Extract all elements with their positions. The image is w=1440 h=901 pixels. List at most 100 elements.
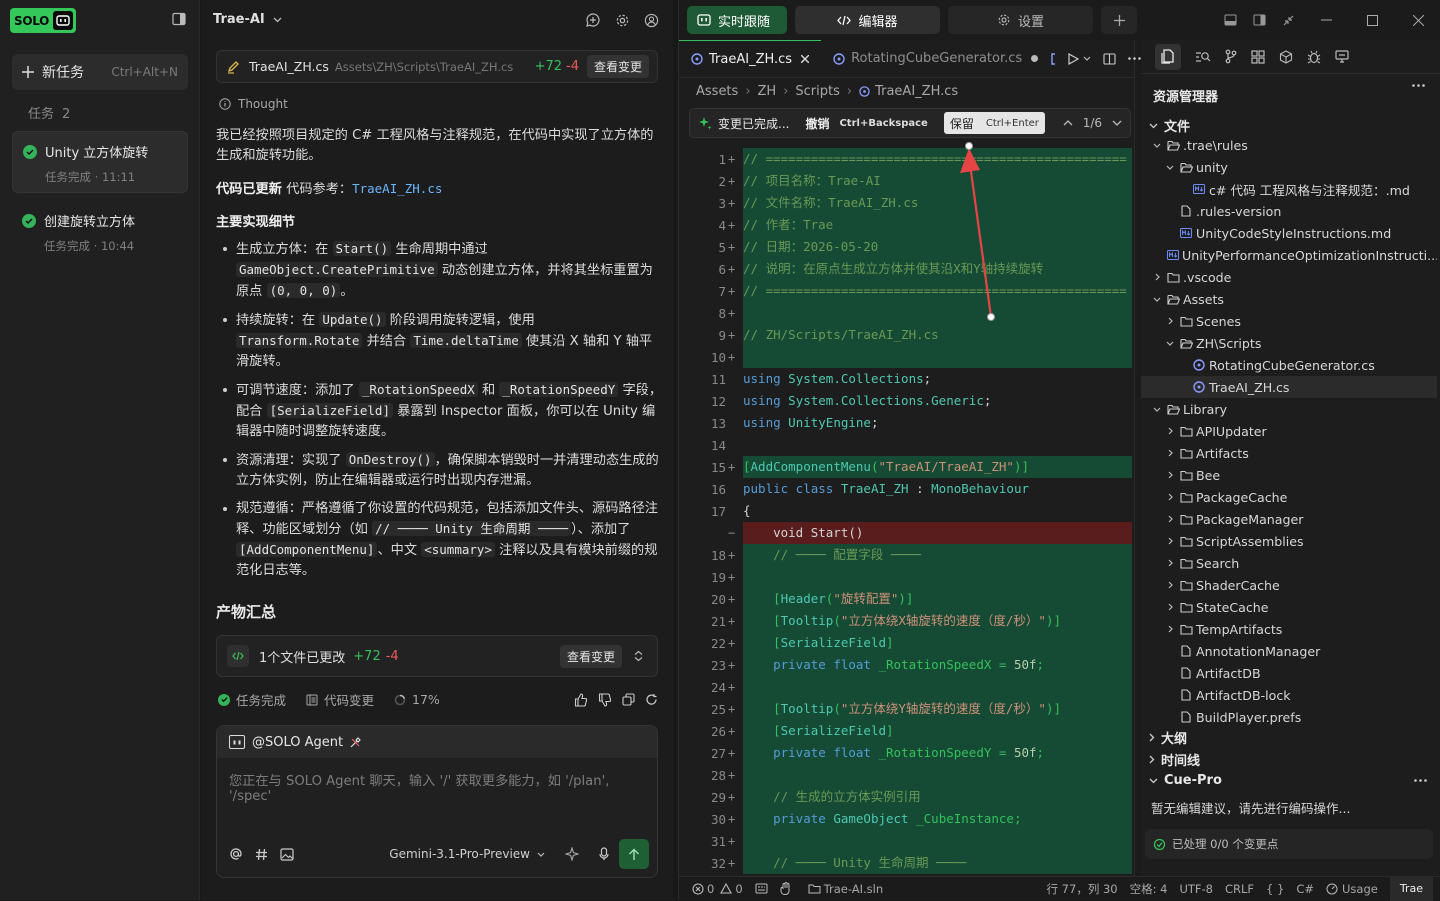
thumbs-up-icon[interactable] (574, 692, 588, 707)
breadcrumb-item[interactable]: Scripts (795, 84, 839, 99)
tree-file[interactable]: .rules-version (1141, 200, 1437, 222)
chevron-down-icon[interactable] (1112, 120, 1122, 126)
tree-file[interactable]: AnnotationManager (1141, 640, 1437, 662)
tree-file[interactable]: ArtifactDB (1141, 662, 1437, 684)
tab-settings[interactable]: 设置 (948, 6, 1093, 34)
gear-icon[interactable] (615, 12, 630, 28)
debug-icon[interactable] (1307, 50, 1321, 64)
tree-folder[interactable]: .trae\rules (1141, 134, 1437, 156)
files-icon[interactable] (1155, 43, 1181, 70)
minimize-icon[interactable] (1303, 0, 1349, 40)
tree-folder[interactable]: ZH\Scripts (1141, 332, 1437, 354)
thumbs-down-icon[interactable] (598, 692, 612, 707)
copy-icon[interactable] (622, 693, 635, 707)
code-line[interactable]: 7 + // ===================================… (679, 280, 1135, 302)
code-line[interactable]: 15 + [AddComponentMenu("TraeAI/TraeAI_ZH")… (679, 456, 1135, 478)
split-editor-icon[interactable] (1103, 52, 1116, 65)
code-line[interactable]: 32 + // ──── Unity 生命周期 ──── (679, 852, 1135, 874)
outline-section-header[interactable]: 大纲 (1149, 728, 1187, 747)
language-mode[interactable]: C# (1296, 882, 1314, 896)
tree-folder[interactable]: PackageManager (1141, 508, 1437, 530)
code-line[interactable]: 5 + // 日期：2026-05-20 (679, 236, 1135, 258)
tree-folder[interactable]: Scenes (1141, 310, 1437, 332)
close-icon[interactable] (1395, 0, 1440, 40)
usage-indicator[interactable]: Usage (1326, 882, 1378, 896)
task-item[interactable]: 创建旋转立方体 任务完成 · 10:44 (12, 201, 188, 263)
braces-indicator[interactable]: { } (1266, 882, 1284, 896)
problems-indicator[interactable]: 0 0 (689, 882, 743, 896)
tab-editor[interactable]: 编辑器 (795, 6, 940, 34)
code-line[interactable]: 6 + // 说明：在原点生成立方体并使其沿X和Y轴持续旋转 (679, 258, 1135, 280)
code-changes-link[interactable]: 代码变更 (306, 690, 374, 709)
tree-folder[interactable]: TempArtifacts (1141, 618, 1437, 640)
view-changes-button[interactable]: 查看变更 (586, 55, 649, 78)
files-section-header[interactable]: 文件 (1149, 116, 1190, 135)
changed-file-card[interactable]: TraeAI_ZH.cs Assets\ZH\Scripts\TraeAI_ZH… (216, 50, 658, 83)
agent-selector[interactable]: @SOLO Agent (217, 726, 657, 758)
view-changes-button[interactable]: 查看变更 (559, 644, 622, 668)
hand-icon[interactable] (780, 882, 791, 895)
breadcrumb-item[interactable]: ZH (758, 84, 777, 99)
code-line[interactable]: 19 + (679, 566, 1135, 588)
refresh-icon[interactable] (645, 693, 658, 707)
tab-live-follow[interactable]: 实时跟随 (687, 6, 787, 34)
maximize-icon[interactable] (1349, 0, 1395, 40)
tree-file[interactable]: ArtifactDB-lock (1141, 684, 1437, 706)
collapse-sidebar-icon[interactable] (172, 12, 186, 26)
file-tab-active[interactable]: TraeAI_ZH.cs (679, 39, 822, 78)
chat-title-dropdown[interactable]: Trae-AI (213, 12, 282, 27)
tree-folder[interactable]: StateCache (1141, 596, 1437, 618)
send-button[interactable] (619, 839, 649, 869)
sparkle-icon[interactable] (565, 847, 579, 861)
line-ending[interactable]: CRLF (1225, 882, 1254, 896)
code-line[interactable]: 31 + (679, 830, 1135, 852)
code-line[interactable]: 18 + // ──── 配置字段 ──── (679, 544, 1135, 566)
breadcrumb-item[interactable]: Assets (696, 84, 738, 99)
code-line[interactable]: 13 using UnityEngine; (679, 412, 1135, 434)
keep-button[interactable]: 保留 Ctrl+Enter (943, 112, 1045, 134)
trae-badge[interactable]: Trae (1389, 876, 1433, 901)
code-line[interactable]: 26 + [SerializeField] (679, 720, 1135, 742)
code-line[interactable]: 25 + [Tooltip("立方体绕Y轴旋转的速度（度/秒）")] (679, 698, 1135, 720)
code-line[interactable]: 28 + (679, 764, 1135, 786)
breadcrumb-item[interactable]: TraeAI_ZH.cs (875, 84, 958, 99)
cue-pro-header[interactable]: Cue-Pro (1145, 773, 1433, 788)
chat-input-placeholder[interactable]: 您正在与 SOLO Agent 聊天，输入 '/' 获取更多能力，如 '/pla… (217, 758, 657, 816)
code-line[interactable]: 29 + // 生成的立方体实例引用 (679, 786, 1135, 808)
file-tab[interactable]: RotatingCubeGenerator.cs (821, 40, 1050, 78)
code-line[interactable]: 17 { (679, 500, 1135, 522)
tree-folder[interactable]: .vscode (1141, 266, 1437, 288)
code-line[interactable]: 27 + private float _RotationSpeedY = 50f; (679, 742, 1135, 764)
code-line[interactable]: 20 + [Header("旋转配置")] (679, 588, 1135, 610)
encoding[interactable]: UTF-8 (1179, 882, 1213, 896)
code-line[interactable]: 9 + // ZH/Scripts/TraeAI_ZH.cs (679, 324, 1135, 346)
source-control-icon[interactable] (1225, 49, 1237, 64)
search-icon[interactable] (1195, 50, 1211, 64)
more-icon[interactable] (1128, 53, 1141, 65)
tree-folder[interactable]: ShaderCache (1141, 574, 1437, 596)
code-line[interactable]: 3 + // 文件名称：TraeAI_ZH.cs (679, 192, 1135, 214)
more-icon[interactable] (1414, 779, 1427, 782)
undo-button[interactable]: 撤销 (805, 115, 829, 132)
task-item[interactable]: Unity 立方体旋转 任务完成 · 11:11 (12, 131, 188, 193)
chevron-down-icon[interactable] (1083, 53, 1091, 65)
code-line[interactable]: 10 + (679, 346, 1135, 368)
tree-folder[interactable]: Library (1141, 398, 1437, 420)
tree-folder[interactable]: Artifacts (1141, 442, 1437, 464)
extensions-icon[interactable] (1251, 49, 1265, 64)
code-line[interactable]: 23 + private float _RotationSpeedX = 50f; (679, 654, 1135, 676)
code-line[interactable]: 24 + (679, 676, 1135, 698)
tree-folder[interactable]: unity (1141, 156, 1437, 178)
code-line[interactable]: 14 (679, 434, 1135, 456)
tree-file[interactable]: RotatingCubeGenerator.cs (1141, 354, 1437, 376)
code-line[interactable]: 1 + // ===================================… (679, 148, 1135, 170)
code-line[interactable]: 2 + // 项目名称：Trae-AI (679, 170, 1135, 192)
code-line[interactable]: 12 using System.Collections.Generic; (679, 390, 1135, 412)
toggle-bottom-panel-icon[interactable] (1216, 0, 1245, 40)
cube-icon[interactable] (1279, 49, 1293, 64)
code-line[interactable]: 16 public class TraeAI_ZH : MonoBehaviour (679, 478, 1135, 500)
tree-folder[interactable]: Search (1141, 552, 1437, 574)
chat-input-box[interactable]: @SOLO Agent 您正在与 SOLO Agent 聊天，输入 '/' 获取… (216, 725, 658, 878)
add-chat-icon[interactable] (585, 12, 601, 28)
thought-toggle[interactable]: Thought (219, 97, 288, 111)
